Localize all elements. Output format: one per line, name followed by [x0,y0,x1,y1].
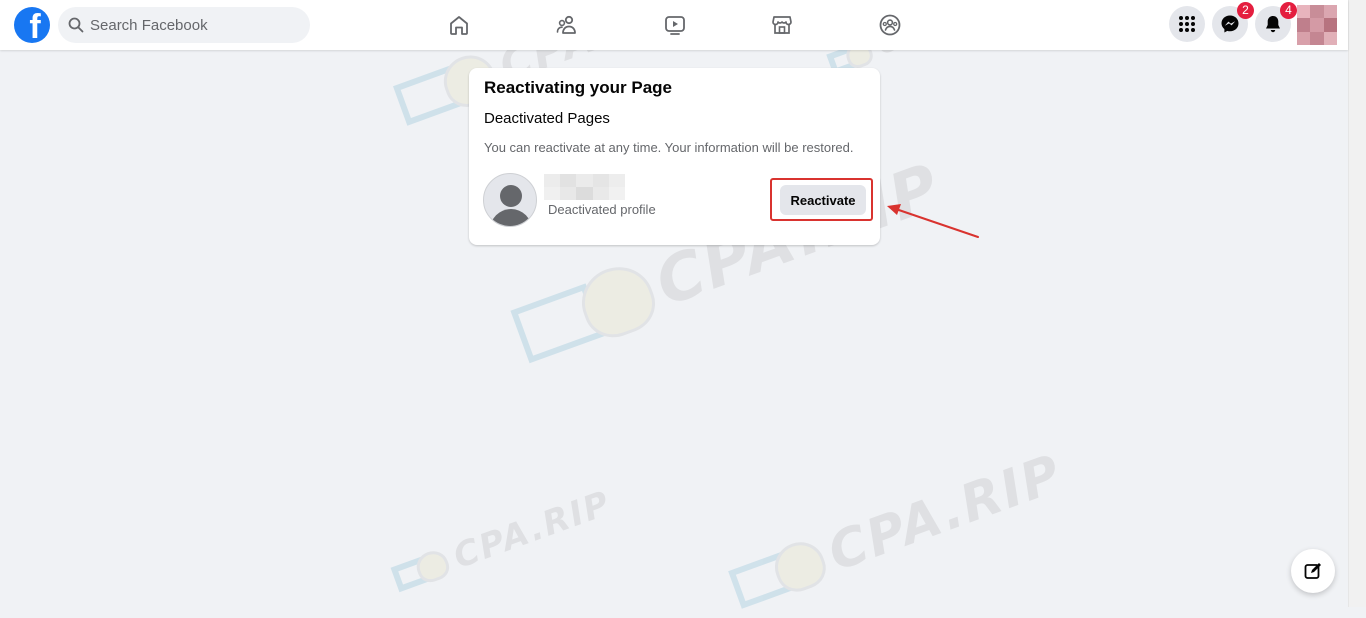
search-box[interactable] [58,7,310,43]
card-subtitle: Deactivated Pages [484,110,610,127]
messenger-icon [1221,15,1239,33]
nav-watch[interactable] [647,0,703,50]
menu-grid-icon [1179,16,1195,32]
reactivate-button[interactable]: Reactivate [780,185,866,215]
card-description: You can reactivate at any time. Your inf… [484,140,854,155]
card-title: Reactivating your Page [484,78,673,97]
reactivate-highlight: Reactivate [770,178,873,221]
notifications-button[interactable]: 4 [1255,2,1297,42]
page-status: Deactivated profile [548,202,656,217]
annotation-arrow [887,204,979,238]
reactivate-page-card: Reactivating your Page Deactivated Pages… [469,68,880,245]
facebook-logo-letter: f [29,8,41,43]
nav-friends[interactable] [539,0,595,50]
groups-icon [879,14,901,36]
bell-icon [1266,16,1280,33]
friends-icon [556,15,576,34]
page-avatar-icon [483,173,537,227]
notifications-badge: 4 [1280,2,1297,19]
nav-groups[interactable] [862,0,918,50]
watermark: CPA.RIP [725,443,1070,618]
new-message-button[interactable] [1291,549,1335,593]
page-name-redacted [544,174,625,200]
messenger-badge: 2 [1237,2,1254,19]
facebook-logo[interactable]: f [14,7,50,43]
menu-button[interactable] [1169,6,1205,42]
top-navigation-bar: f Search Facebook 2 4 [0,0,1348,50]
watch-icon [665,16,685,35]
account-avatar[interactable] [1297,5,1337,45]
nav-marketplace[interactable] [754,0,810,50]
compose-icon [1304,563,1321,579]
messenger-button[interactable]: 2 [1212,2,1254,42]
marketplace-icon [772,16,792,34]
watermark: CPA.RIP [388,483,616,599]
search-input[interactable] [90,16,290,34]
vertical-scrollbar[interactable] [1348,0,1366,607]
nav-home[interactable] [431,0,487,50]
home-icon [450,16,468,35]
search-icon [68,17,84,33]
